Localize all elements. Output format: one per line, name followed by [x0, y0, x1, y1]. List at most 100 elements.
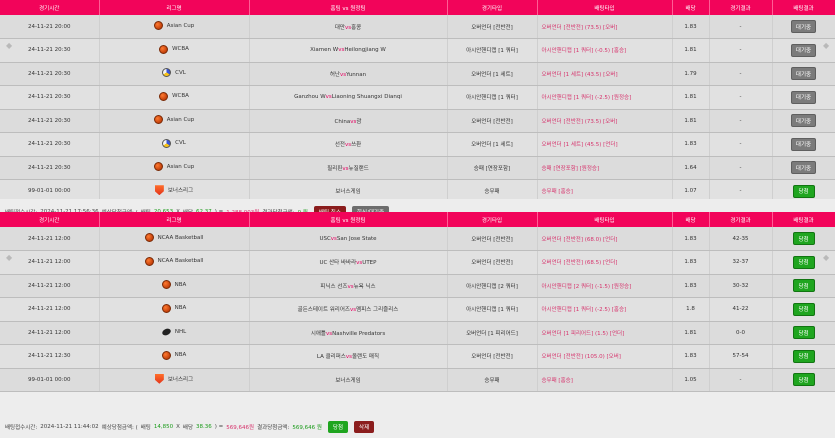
cell-game-type: 오버언더 [전반전]	[447, 109, 538, 133]
bet-status-button[interactable]: 당첨	[792, 326, 815, 340]
cell-league: NBA	[99, 344, 250, 369]
bet-status-button[interactable]: 대기중	[790, 90, 817, 104]
basketball-icon	[144, 233, 154, 242]
basketball-icon	[153, 115, 163, 125]
table-row: 24-11-21 12:00 NBA 피닉스 선즈vs뉴욕 닉스 아시안핸디캡 [2 …	[0, 274, 835, 298]
league-name: 보너스리그	[167, 376, 194, 383]
scroll-right-arrow-icon[interactable]: ◆	[823, 42, 831, 50]
table-row: 24-11-21 20:30 Asian Cup 필리핀vs뉴질랜드 승패 [연장포함…	[0, 156, 835, 180]
away-team: 뉴욕 닉스	[353, 283, 376, 290]
bet-status-button[interactable]: 대기중	[790, 161, 817, 175]
col-header-league: 리그명	[99, 212, 250, 227]
table-row: 24-11-21 12:00 NBA 골든스테이트 워리어즈vs멤피스 그리즐리스 아…	[0, 297, 835, 322]
cell-bet-pick: 오버언더 [1 세트] (43.5) [오버]	[537, 62, 673, 86]
cell-league: NCAA Basketball	[99, 250, 250, 275]
bet-status-button[interactable]: 당첨	[792, 302, 815, 316]
cell-bet-pick: 승패 [연장포함] [원정승]	[537, 156, 673, 180]
home-team: Ganzhou W	[294, 94, 326, 101]
cell-odds: 1.83	[672, 250, 710, 275]
home-team: 피닉스 선즈	[320, 283, 348, 290]
cell-league: CVL	[99, 62, 250, 86]
cell-game-type: 승무패	[447, 368, 538, 392]
cell-status: 당첨	[772, 297, 835, 322]
bet-time-label: 배팅접수시간:	[5, 424, 38, 431]
cell-teams: 선전vs쓰촨	[249, 132, 448, 157]
col-header-game-type: 경기타입	[447, 212, 538, 227]
away-team: Nashville Predators	[332, 330, 386, 337]
cell-odds: 1.81	[672, 38, 710, 63]
bet-status-button[interactable]: 당첨	[792, 184, 815, 198]
cell-odds: 1.83	[672, 132, 710, 157]
bet-status-button[interactable]: 대기중	[790, 20, 817, 33]
cell-result: -	[709, 15, 773, 39]
bet-status-button[interactable]: 대기중	[790, 43, 817, 57]
cell-odds: 1.64	[672, 156, 710, 180]
league-name: 보너스리그	[167, 188, 194, 195]
cell-status: 대기중	[772, 109, 835, 133]
league-name: NCAA Basketball	[157, 258, 204, 265]
cell-league: NCAA Basketball	[99, 227, 250, 251]
bet-status-button[interactable]: 대기중	[790, 137, 817, 151]
cell-teams: 보너스게임	[249, 368, 448, 392]
cell-result: -	[709, 368, 773, 392]
cell-game-type: 아시안핸디캡 [2 쿼터]	[447, 274, 538, 298]
scroll-left-arrow-icon[interactable]: ◆	[6, 254, 14, 262]
table-row: 24-11-21 20:30 WCBA Xiamen WvsHeilongjiang…	[0, 38, 835, 63]
league-name: NHL	[174, 328, 187, 335]
league-name: CVL	[175, 140, 186, 147]
bet-slip-table-2: 경기시간 리그명 홈팀 vs 원정팀 경기타입 배팅타입 배당 경기결과 배팅결…	[0, 212, 835, 392]
bonus-shield-icon	[154, 373, 164, 384]
cell-time: 24-11-21 12:00	[0, 297, 100, 322]
table-row: 99-01-01 00:00 보너스리그 보너스게임 승무패 승무패 [홈승] 1.05-…	[0, 368, 835, 392]
cell-bet-pick: 아시안핸디캡 [1 쿼터] (-0.5) [홈승]	[537, 38, 673, 63]
table-row: 24-11-21 12:30 NBA LA 클리퍼스vs올랜도 매직 오버언더 [전반…	[0, 344, 835, 369]
cell-status: 당첨	[772, 274, 835, 298]
league-name: Asian Cup	[166, 163, 195, 170]
bet-status-button[interactable]: 대기중	[790, 114, 817, 128]
cell-teams: 허난vsYunnan	[249, 62, 448, 86]
cell-status: 대기중	[772, 85, 835, 110]
cell-status: 당첨	[772, 368, 835, 392]
cell-teams: LA 클리퍼스vs올랜도 매직	[249, 344, 448, 369]
col-header-game-type: 경기타입	[447, 0, 538, 15]
result-label: 결과당첨금액:	[257, 424, 290, 431]
cell-teams: 골든스테이트 워리어즈vs멤피스 그리즐리스	[249, 297, 448, 322]
win-status-button[interactable]: 당첨	[327, 420, 349, 433]
cell-result: -	[709, 109, 773, 133]
col-header-time: 경기시간	[0, 0, 100, 15]
away-team: 멤피스 그리즐리스	[356, 307, 399, 314]
table-row: 24-11-21 20:30 Asian Cup Chinavs괌 오버언더 [전반전…	[0, 109, 835, 133]
col-header-result: 경기결과	[709, 212, 773, 227]
cell-time: 24-11-21 20:30	[0, 85, 100, 110]
scroll-left-arrow-icon[interactable]: ◆	[6, 42, 14, 50]
bet-status-button[interactable]: 당첨	[792, 255, 815, 269]
basketball-icon	[161, 350, 171, 360]
bet-status-button[interactable]: 당첨	[792, 373, 815, 387]
league-name: Asian Cup	[166, 116, 195, 123]
cell-league: Asian Cup	[99, 156, 250, 180]
home-team: China	[334, 118, 351, 125]
cell-bet-pick: 오버언더 [1 세트] (45.5) [언더]	[537, 132, 673, 157]
cell-game-type: 오버언더 [전반전]	[447, 227, 538, 251]
cell-game-type: 승패 [연장포함]	[447, 156, 538, 180]
cell-teams: 시애틀vsNashville Predators	[249, 321, 448, 345]
cell-teams: 필리핀vs뉴질랜드	[249, 156, 448, 180]
delete-button[interactable]: 삭제	[354, 420, 375, 433]
bet-status-button[interactable]: 대기중	[790, 67, 817, 81]
bet-status-button[interactable]: 당첨	[792, 349, 815, 363]
away-team: 올랜도 매직	[352, 354, 380, 361]
away-team: 뉴질랜드	[348, 165, 369, 172]
home-team: 대만	[334, 24, 345, 31]
scroll-right-arrow-icon[interactable]: ◆	[823, 254, 831, 262]
cell-teams: Xiamen WvsHeilongjiang W	[249, 38, 448, 63]
cell-bet-pick: 아시안핸디캡 [1 쿼터] (-2.5) [원정승]	[537, 85, 673, 110]
bet-status-button[interactable]: 당첨	[792, 279, 815, 293]
cell-result: 32-37	[709, 250, 773, 275]
league-name: WCBA	[172, 93, 189, 100]
cell-game-type: 아시안핸디캡 [1 쿼터]	[447, 297, 538, 322]
bet-status-button[interactable]: 당첨	[792, 232, 815, 245]
col-header-bet-type: 배팅타입	[537, 212, 673, 227]
cell-game-type: 아시안핸디캡 [1 쿼터]	[447, 85, 538, 110]
cell-game-type: 오버언더 [1 세트]	[447, 62, 538, 86]
home-team: 보너스게임	[335, 377, 361, 384]
